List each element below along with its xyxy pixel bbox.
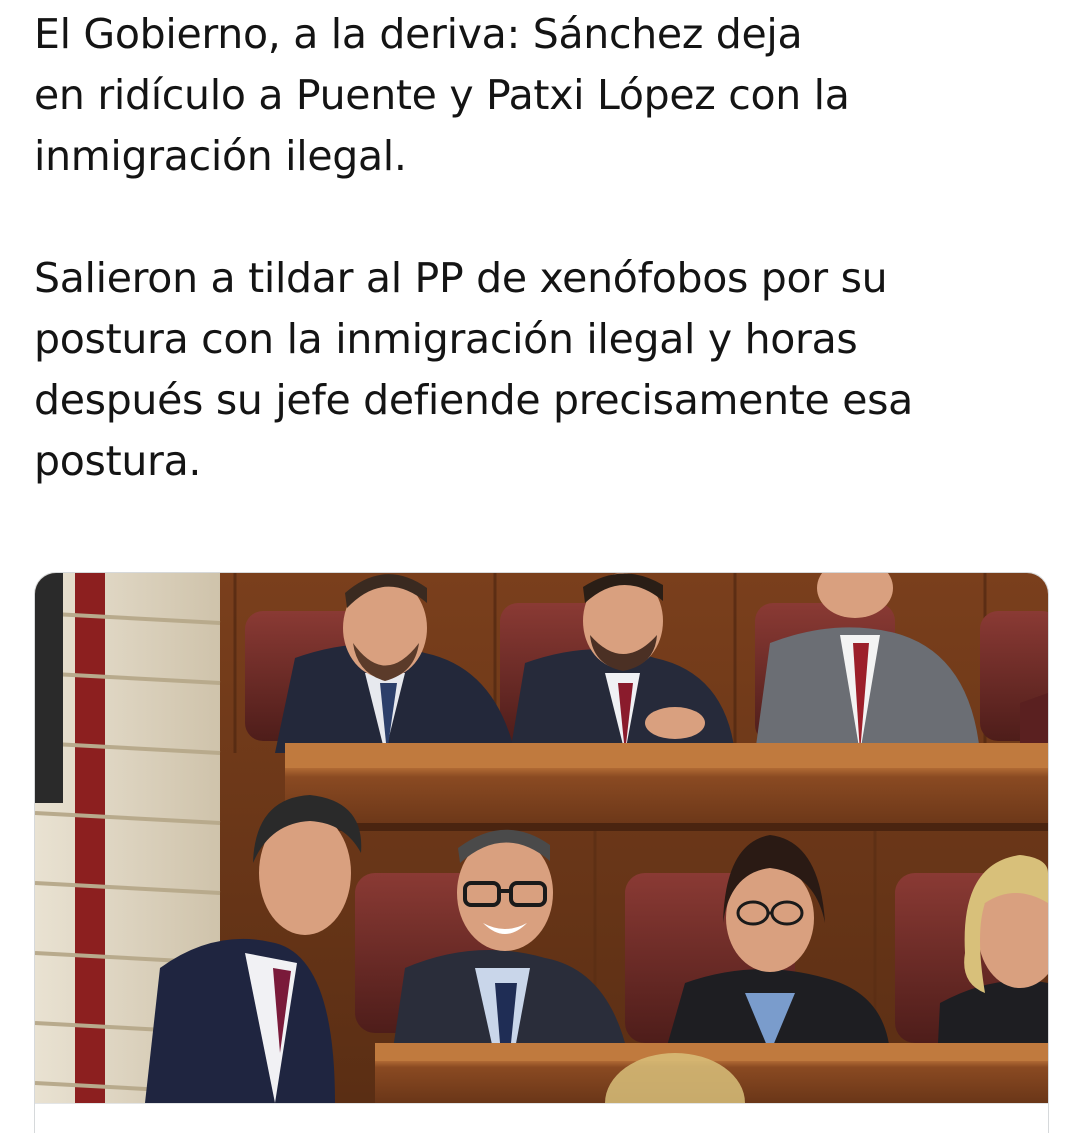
tweet-body: El Gobierno, a la deriva: Sánchez deja e…	[34, 4, 1044, 492]
media-card[interactable]	[34, 572, 1049, 1133]
media-card-footer	[35, 1103, 1048, 1133]
tweet-paragraph-body: Salieron a tildar al PP de xenófobos por…	[34, 254, 914, 485]
parliament-photo[interactable]	[35, 573, 1048, 1103]
tweet-paragraph-headline: El Gobierno, a la deriva: Sánchez deja e…	[34, 10, 850, 180]
